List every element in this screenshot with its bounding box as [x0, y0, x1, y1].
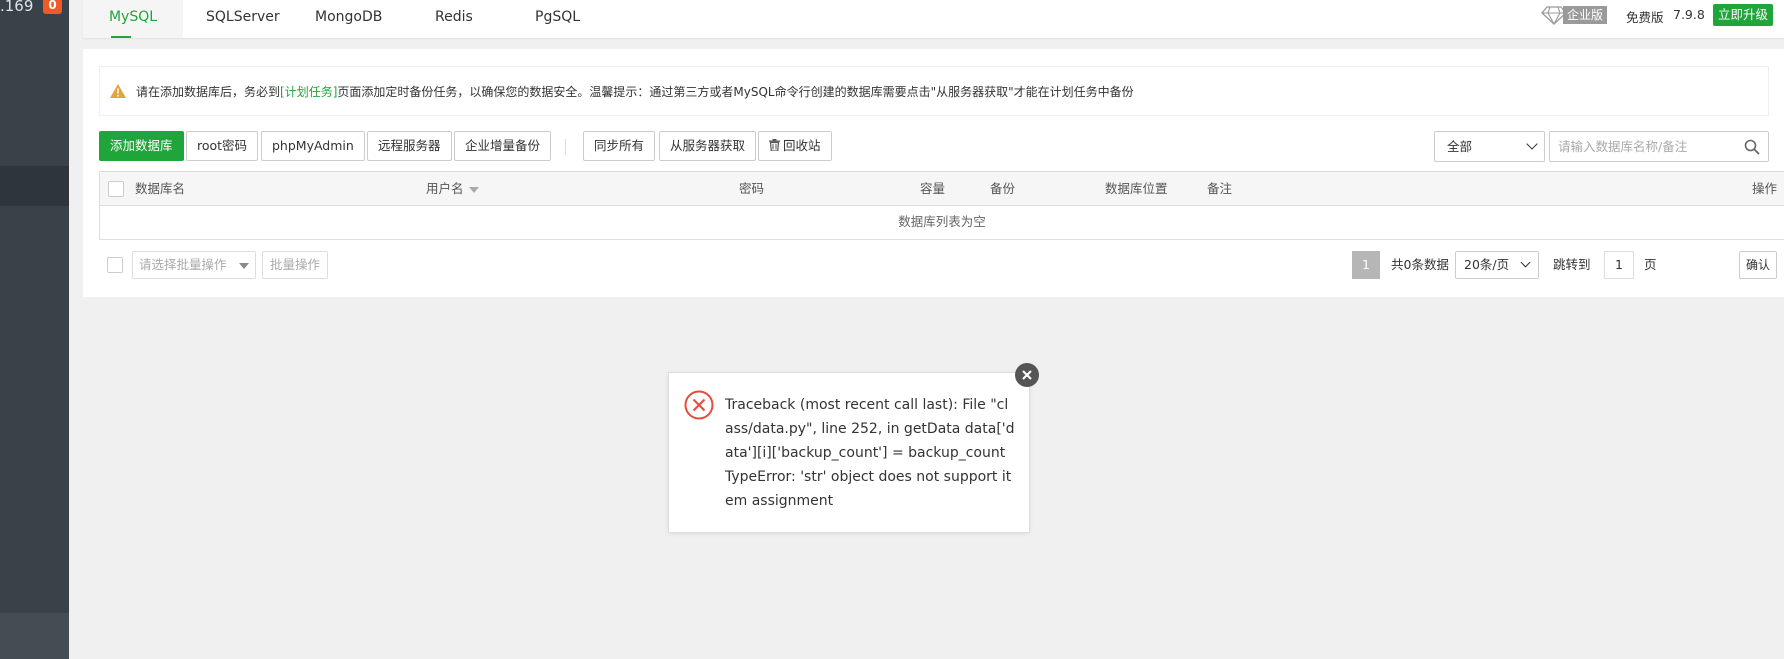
batch-action-button[interactable]: 批量操作	[262, 251, 329, 279]
th-location: 数据库位置	[1105, 181, 1168, 196]
sidebar-item-bottom[interactable]	[0, 613, 69, 659]
search-icon[interactable]	[1744, 139, 1760, 155]
sidebar: .169 0	[0, 0, 69, 659]
sidebar-item-active[interactable]	[0, 166, 69, 206]
recycle-bin-label: 回收站	[783, 138, 821, 153]
database-table: 数据库名 用户名 密码 容量 备份 数据库位置 备注 操作 数据库列表为空	[99, 171, 1784, 240]
chevron-down-icon	[1526, 138, 1538, 150]
remote-server-button[interactable]: 远程服务器	[367, 131, 452, 161]
enterprise-label: 企业版	[1563, 6, 1608, 24]
page-size-value: 20条/页	[1464, 257, 1510, 272]
cron-task-link[interactable]: [计划任务]	[280, 83, 337, 100]
pager-confirm-button[interactable]: 确认	[1739, 251, 1777, 279]
add-database-button[interactable]: 添加数据库	[99, 131, 184, 161]
sort-down-icon	[468, 186, 479, 193]
th-size: 容量	[920, 181, 946, 196]
pager-total: 共0条数据	[1391, 257, 1449, 272]
pager-current-page[interactable]: 1	[1352, 251, 1380, 279]
pager-jump-label: 跳转到	[1553, 257, 1591, 272]
table-header: 数据库名 用户名 密码 容量 备份 数据库位置 备注 操作	[100, 172, 1784, 206]
trash-icon	[769, 139, 780, 152]
th-username[interactable]: 用户名	[426, 172, 479, 206]
th-db-name: 数据库名	[135, 181, 186, 196]
close-icon	[1022, 370, 1032, 380]
tab-mongodb[interactable]: MongoDB	[315, 0, 382, 38]
error-icon	[684, 390, 714, 420]
toolbar-divider	[565, 139, 566, 155]
batch-select-checkbox[interactable]	[107, 257, 123, 273]
notice-prefix: 请在添加数据库后，务必到	[136, 84, 281, 99]
phpmyadmin-button[interactable]: phpMyAdmin	[261, 131, 365, 161]
tab-mysql[interactable]: MySQL	[83, 0, 183, 38]
table-footer: 请选择批量操作 批量操作 1 共0条数据 20条/页 跳转到 1 页 确认	[99, 250, 1784, 280]
db-filter-value: 全部	[1447, 139, 1473, 154]
tab-sqlserver[interactable]: SQLServer	[206, 0, 280, 38]
select-all-checkbox[interactable]	[108, 181, 124, 197]
free-edition-label: 免费版	[1626, 10, 1664, 25]
database-panel: 请在添加数据库后，务必到 [计划任务] 页面添加定时备份任务，以确保您的数据安全。温…	[83, 49, 1784, 297]
page-size-select[interactable]: 20条/页	[1455, 251, 1539, 279]
recycle-bin-button[interactable]: 回收站	[758, 131, 832, 161]
db-search-box	[1549, 131, 1769, 162]
th-backup: 备份	[990, 181, 1016, 196]
tab-pgsql[interactable]: PgSQL	[535, 0, 580, 38]
db-filter-select[interactable]: 全部	[1434, 131, 1545, 162]
fetch-from-server-button[interactable]: 从服务器获取	[659, 131, 757, 161]
warning-icon	[110, 84, 126, 98]
enterprise-backup-button[interactable]: 企业增量备份	[454, 131, 552, 161]
error-dialog: Traceback (most recent call last): File …	[668, 372, 1030, 533]
batch-action-placeholder: 请选择批量操作	[139, 257, 227, 272]
close-dialog-button[interactable]	[1015, 363, 1039, 387]
pager-jump-input[interactable]: 1	[1604, 251, 1634, 279]
notification-badge[interactable]: 0	[43, 0, 62, 14]
server-ip-fragment: .169	[0, 0, 34, 15]
th-note: 备注	[1207, 181, 1233, 196]
caret-down-icon	[239, 263, 249, 269]
enterprise-edition-link[interactable]: 企业版	[1541, 5, 1608, 25]
th-action: 操作	[1751, 181, 1777, 196]
error-message: Traceback (most recent call last): File …	[725, 397, 1015, 509]
th-username-label: 用户名	[426, 181, 464, 196]
backup-notice: 请在添加数据库后，务必到 [计划任务] 页面添加定时备份任务，以确保您的数据安全。温…	[99, 66, 1769, 116]
th-password: 密码	[739, 181, 765, 196]
chevron-down-icon	[1520, 257, 1531, 268]
upgrade-button[interactable]: 立即升级	[1713, 4, 1774, 26]
pager-page-unit: 页	[1644, 257, 1657, 272]
table-empty-row: 数据库列表为空	[898, 214, 986, 229]
version-label: 7.9.8	[1673, 7, 1705, 22]
notice-suffix: 页面添加定时备份任务，以确保您的数据安全。温馨提示：通过第三方或者MySQL命令…	[337, 84, 1134, 99]
db-type-tabbar: MySQL SQLServer MongoDB Redis PgSQL 企业版 …	[83, 0, 1784, 38]
root-password-button[interactable]: root密码	[186, 131, 259, 161]
sync-all-button[interactable]: 同步所有	[583, 131, 656, 161]
batch-action-select[interactable]: 请选择批量操作	[132, 251, 256, 279]
tab-redis[interactable]: Redis	[435, 0, 473, 38]
db-search-input[interactable]	[1550, 132, 1730, 161]
